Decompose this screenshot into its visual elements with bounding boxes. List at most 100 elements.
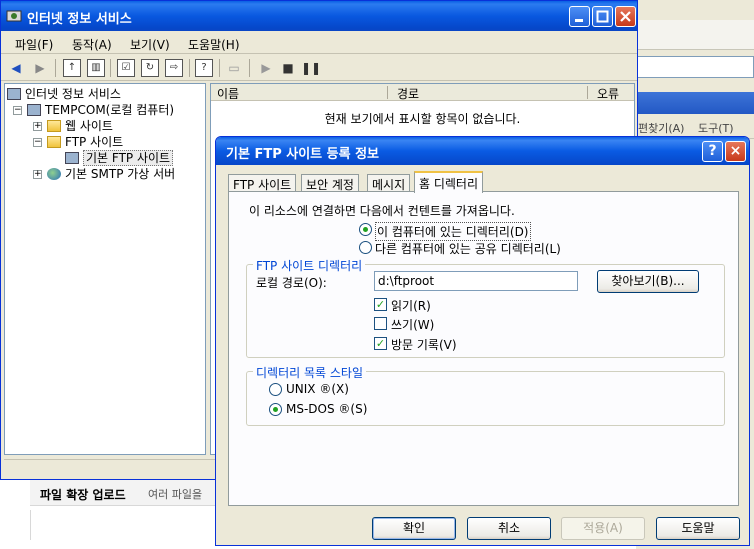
radio-share-directory-label[interactable]: 다른 컴퓨터에 있는 공유 디렉터리(L) xyxy=(375,240,561,257)
export-list-icon[interactable]: ⇨ xyxy=(165,59,183,77)
folder-icon xyxy=(47,136,61,148)
background-menu: 편찾기(A) 도구(T) xyxy=(638,120,754,136)
radio-local-directory-label[interactable]: 이 컴퓨터에 있는 디렉터리(D) xyxy=(375,222,531,241)
column-divider[interactable] xyxy=(387,86,388,99)
background-address-bar[interactable] xyxy=(636,56,754,78)
ftp-directory-group-title: FTP 사이트 디렉터리 xyxy=(253,257,366,274)
checkbox-write[interactable] xyxy=(374,317,387,330)
dialog-close-button[interactable]: × xyxy=(725,141,746,162)
background-page-title: 파일 확장 업로드 xyxy=(40,488,126,502)
radio-share-directory[interactable] xyxy=(359,241,372,254)
computer-icon xyxy=(27,104,41,116)
minimize-icon xyxy=(575,19,583,22)
close-icon xyxy=(620,11,631,22)
iis-toolbar: ◀ ▶ ↑ ▥ ☑ ↻ ⇨ ? ▭ ▶ ■ ❚❚ xyxy=(1,55,637,81)
tab-ftp-site[interactable]: FTP 사이트 xyxy=(228,174,297,192)
listing-style-group: 디렉터리 목록 스타일 xyxy=(246,364,725,426)
menu-action[interactable]: 동작(A) xyxy=(72,36,112,53)
close-button[interactable] xyxy=(615,6,636,27)
local-path-label: 로컬 경로(O): xyxy=(256,276,327,290)
tree-item-label: 기본 SMTP 가상 서버 xyxy=(65,167,176,181)
maximize-icon xyxy=(596,10,609,23)
tab-home-directory[interactable]: 홈 디렉터리 xyxy=(414,171,484,193)
iis-menubar: 파일(F) 동작(A) 보기(V) 도움말(H) xyxy=(1,32,637,54)
tree-item-smtp[interactable]: 기본 SMTP 가상 서버 xyxy=(47,165,175,182)
toolbar-separator xyxy=(110,59,111,77)
column-path[interactable]: 경로 xyxy=(397,85,419,102)
server-icon xyxy=(7,88,21,100)
toolbar-separator xyxy=(249,59,250,77)
dialog-help-button[interactable]: ? xyxy=(702,141,723,162)
tree-item-iis[interactable]: 인터넷 정보 서비스 xyxy=(7,85,121,102)
background-page-subtitle: 여러 파일을 xyxy=(148,488,203,501)
menu-view[interactable]: 보기(V) xyxy=(130,36,170,53)
dialog-tabs: FTP 사이트 보안 계정 메시지 홈 디렉터리 xyxy=(228,171,748,193)
background-menu-item[interactable]: 편찾기(A) xyxy=(638,122,684,135)
menu-file[interactable]: 파일(F) xyxy=(15,36,53,53)
iis-window-title: 인터넷 정보 서비스 xyxy=(27,12,132,27)
radio-local-directory[interactable] xyxy=(359,223,372,236)
question-icon: ? xyxy=(708,143,717,159)
tree-item-default-ftp-site[interactable]: 기본 FTP 사이트 xyxy=(65,149,174,166)
listing-style-group-title: 디렉터리 목록 스타일 xyxy=(253,364,366,381)
collapse-icon[interactable]: − xyxy=(33,138,42,147)
pause-icon[interactable]: ❚❚ xyxy=(301,59,321,77)
minimize-button[interactable] xyxy=(569,6,590,27)
forward-arrow-icon[interactable]: ▶ xyxy=(31,59,49,77)
tree-item-ftp-sites[interactable]: FTP 사이트 xyxy=(47,133,123,150)
list-header: 이름 경로 오류 xyxy=(211,84,634,101)
tree-item-computer[interactable]: TEMPCOM(로컬 컴퓨터) xyxy=(27,101,174,118)
local-path-input[interactable]: d:\ftproot xyxy=(374,271,578,291)
collapse-icon[interactable]: − xyxy=(13,106,22,115)
tree-item-web-sites[interactable]: 웹 사이트 xyxy=(47,117,113,134)
dialog-title: 기본 FTP 사이트 등록 정보 xyxy=(226,147,380,162)
toolbar-separator xyxy=(219,59,220,77)
back-arrow-icon[interactable]: ◀ xyxy=(7,59,25,77)
menu-help[interactable]: 도움말(H) xyxy=(188,36,240,53)
column-error[interactable]: 오류 xyxy=(597,85,619,102)
properties-icon[interactable]: ☑ xyxy=(117,59,135,77)
start-icon[interactable]: ▶ xyxy=(257,59,275,77)
tree-item-label: 인터넷 정보 서비스 xyxy=(25,87,121,101)
close-icon: × xyxy=(729,143,742,159)
up-folder-icon[interactable]: ↑ xyxy=(63,59,81,77)
expand-icon[interactable]: + xyxy=(33,170,42,179)
stop-icon[interactable]: ■ xyxy=(279,59,297,77)
apply-button[interactable]: 적용(A) xyxy=(561,517,645,540)
column-divider[interactable] xyxy=(587,86,588,99)
checkbox-log-visits-label[interactable]: 방문 기록(V) xyxy=(391,336,457,353)
ok-button[interactable]: 확인 xyxy=(372,517,456,540)
checkbox-write-label[interactable]: 쓰기(W) xyxy=(391,316,434,333)
tree-item-label: TEMPCOM(로컬 컴퓨터) xyxy=(45,103,175,117)
radio-unix[interactable] xyxy=(269,383,282,396)
computer-icon[interactable]: ▭ xyxy=(225,59,243,77)
help-icon[interactable]: ? xyxy=(195,59,213,77)
checkbox-read-label[interactable]: 읽기(R) xyxy=(391,297,431,314)
show-tree-icon[interactable]: ▥ xyxy=(87,59,105,77)
background-menu-item[interactable]: 도구(T) xyxy=(698,122,734,135)
cancel-button[interactable]: 취소 xyxy=(467,517,551,540)
tab-messages[interactable]: 메시지 xyxy=(367,174,411,192)
dialog-titlebar[interactable]: 기본 FTP 사이트 등록 정보 ? × xyxy=(216,137,749,165)
browse-button[interactable]: 찾아보기(B)... xyxy=(597,270,699,293)
toolbar-separator xyxy=(189,59,190,77)
tree-item-label: FTP 사이트 xyxy=(65,135,124,149)
maximize-button[interactable] xyxy=(592,6,613,27)
background-titlebar xyxy=(636,92,754,114)
radio-ms-dos-label[interactable]: MS-DOS ®(S) xyxy=(286,402,367,416)
tree-pane: 인터넷 정보 서비스 − TEMPCOM(로컬 컴퓨터) + 웹 사이트 − F… xyxy=(4,83,206,455)
source-label: 이 리소스에 연결하면 다음에서 컨텐트를 가져옵니다. xyxy=(249,204,515,218)
checkbox-read[interactable]: ✓ xyxy=(374,298,387,311)
help-button[interactable]: 도움말 xyxy=(656,517,740,540)
column-name[interactable]: 이름 xyxy=(217,85,239,102)
radio-unix-label[interactable]: UNIX ®(X) xyxy=(286,382,349,396)
refresh-icon[interactable]: ↻ xyxy=(141,59,159,77)
home-directory-panel: 이 리소스에 연결하면 다음에서 컨텐트를 가져옵니다. 이 컴퓨터에 있는 디… xyxy=(228,191,739,506)
radio-ms-dos[interactable] xyxy=(269,403,282,416)
tab-security-accounts[interactable]: 보안 계정 xyxy=(301,174,359,192)
iis-titlebar[interactable]: 인터넷 정보 서비스 xyxy=(1,1,637,31)
checkbox-log-visits[interactable]: ✓ xyxy=(374,337,387,350)
expand-icon[interactable]: + xyxy=(33,122,42,131)
folder-icon xyxy=(47,120,61,132)
ftp-site-icon xyxy=(65,152,79,164)
